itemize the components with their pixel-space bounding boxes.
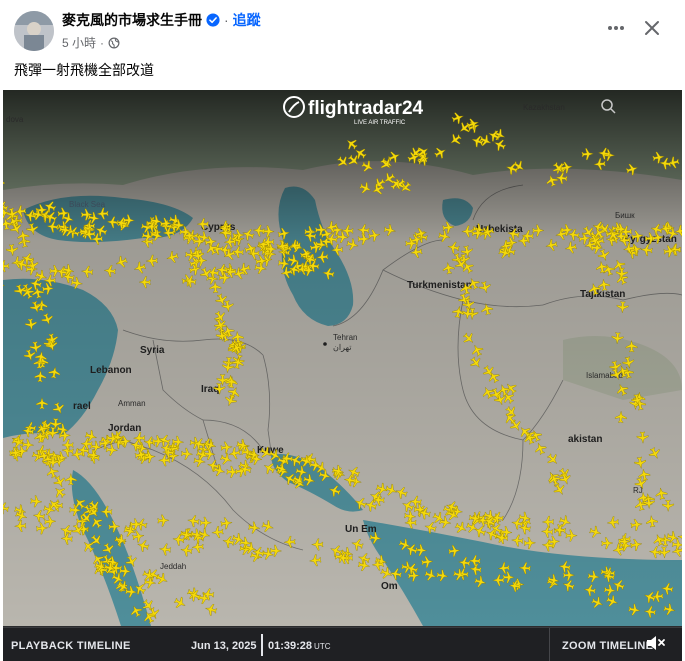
brand-name: flightradar24 [308,98,424,119]
post-meta: 5 小時 · [62,34,120,51]
map-label-black-sea: Black Sea [69,200,106,209]
post-text: 飛彈一射飛機全部改道 [14,62,154,78]
playback-timezone: UTC [314,642,331,651]
verified-badge-icon [206,13,220,27]
playback-time: 01:39:28 UTC [268,640,331,652]
flight-map: dova Black Sea Kazakhstan Cyprus Uzbekis… [3,90,682,626]
close-icon [645,21,659,35]
close-button[interactable] [638,14,666,42]
map-label-oman: Om [381,581,398,592]
follow-button[interactable]: 追蹤 [233,10,261,30]
author-line: 麥克風的市場求生手冊 · 追蹤 [62,11,261,29]
map-label-amman: Amman [118,399,146,408]
map-label-lebanon: Lebanon [90,365,132,376]
map-label-jordan: Jordan [108,423,141,434]
post-time[interactable]: 5 小時 [62,34,96,51]
avatar-image [14,11,54,51]
map-label-bishkek: Бишк [615,211,635,220]
avatar[interactable] [14,11,54,51]
dot-separator: · [224,12,229,28]
playback-timeline-label: PLAYBACK TIMELINE [11,640,131,652]
map-label-uae: Un Em [345,524,377,535]
author-name[interactable]: 麥克風的市場求生手冊 [62,10,202,30]
post-header: 麥克風的市場求生手冊 · 追蹤 5 小時 · [0,0,685,58]
map-label-rj: RJ [633,486,643,495]
map-label-top-left: dova [6,115,24,124]
video-player[interactable]: dova Black Sea Kazakhstan Cyprus Uzbekis… [3,90,682,661]
map-label-tehran-native: تهران [333,343,351,352]
playback-date: Jun 13, 2025 [191,640,257,652]
playback-timeline[interactable]: PLAYBACK TIMELINE Jun 13, 2025 01:39:28 U… [3,627,682,661]
map-label-kazakhstan: Kazakhstan [523,103,565,112]
map-label-pakistan: akistan [568,434,602,445]
timeline-separator [549,628,550,661]
zoom-timeline-label[interactable]: ZOOM TIMELINE [562,640,653,652]
more-options-button[interactable] [602,14,630,42]
map-label-israel: rael [73,401,91,412]
mute-button[interactable] [643,631,669,655]
timeline-cursor[interactable] [261,634,263,656]
more-dots-icon [608,26,624,30]
map-label-syria: Syria [140,345,165,356]
meta-dot: · [100,35,105,50]
brand-tagline: LIVE AIR TRAFFIC [354,120,406,126]
globe-icon [108,37,120,48]
map-label-jeddah: Jeddah [160,562,186,571]
map-label-tehran: Tehran [333,333,357,342]
playback-time-value: 01:39:28 [268,640,313,652]
mute-icon [647,636,665,650]
